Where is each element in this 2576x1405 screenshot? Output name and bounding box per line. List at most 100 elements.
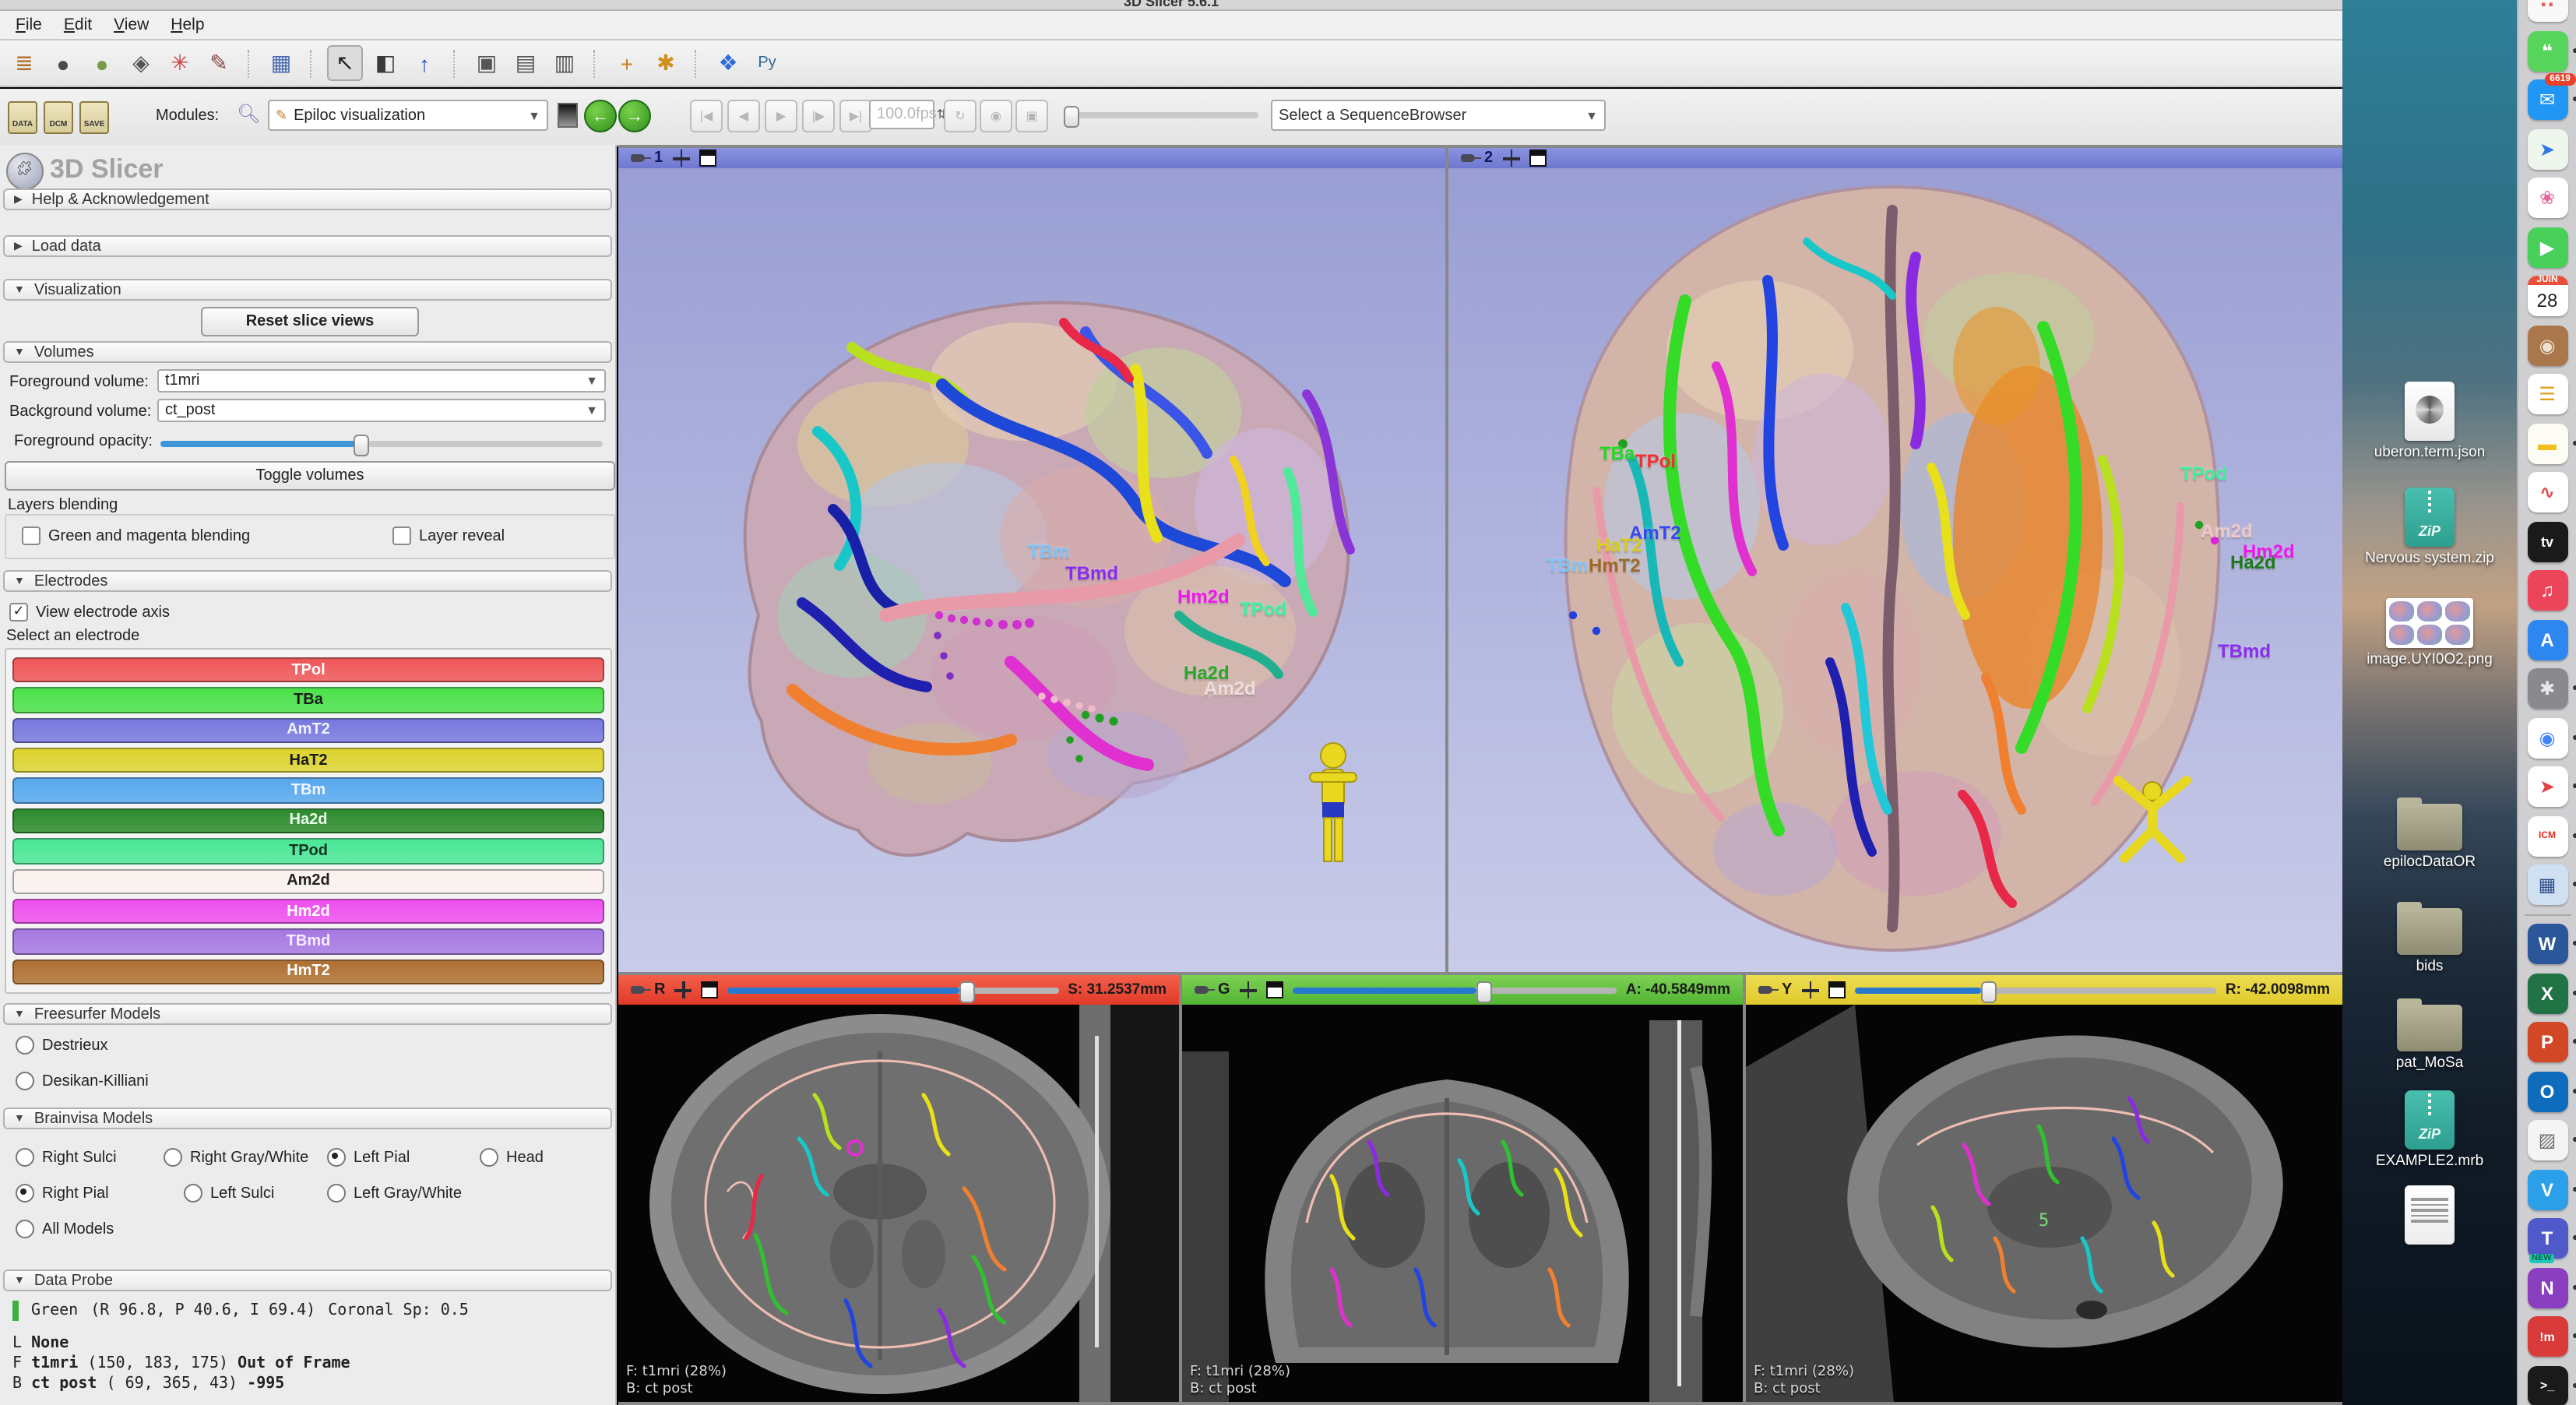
crosshair-icon[interactable] [1801, 981, 1818, 998]
crosshair-icon[interactable] [672, 150, 689, 167]
electrode-button-Hm2d[interactable]: Hm2d [12, 899, 604, 924]
maximize-view-icon[interactable] [1828, 981, 1845, 998]
desktop-icon-pat_MoSa[interactable]: pat_MoSa [2342, 1005, 2517, 1073]
desktop-icon-document[interactable] [2342, 1185, 2517, 1245]
dock-teams[interactable]: TNEW [2527, 1218, 2567, 1259]
extensions-icon[interactable]: ✱ [649, 47, 682, 79]
radio-circle[interactable] [327, 1148, 346, 1167]
electrode-button-HaT2[interactable]: HaT2 [12, 748, 604, 773]
checkbox-box[interactable]: ✓ [9, 603, 28, 622]
mouse-cursor-icon[interactable]: ↖ [327, 45, 363, 81]
window-level-icon[interactable]: ◧ [369, 47, 402, 79]
section-volumes[interactable]: ▼Volumes [3, 341, 612, 363]
dock-powerpoint[interactable]: P [2527, 1022, 2567, 1062]
left-sulci-radio[interactable]: Left Sulci [184, 1184, 274, 1203]
dock-notes[interactable]: ▬ [2527, 423, 2567, 463]
green-slice-controls[interactable]: G A: -40.5849mm [1182, 975, 1743, 1005]
dock-reminders[interactable]: ☰ [2527, 374, 2567, 414]
next-frame-button[interactable]: |▶ [802, 100, 835, 132]
desktop-icon-EXAMPLE2.mrb[interactable]: ZiPEXAMPLE2.mrb [2342, 1090, 2517, 1171]
green-slice-slider[interactable] [1293, 987, 1617, 993]
section-freesurfer-models[interactable]: ▼Freesurfer Models [3, 1003, 612, 1025]
dock-outlook[interactable]: O [2527, 1071, 2567, 1111]
right-sulci-radio[interactable]: Right Sulci [16, 1148, 117, 1167]
radio-circle[interactable] [480, 1148, 498, 1167]
radio-circle[interactable] [16, 1220, 34, 1238]
place-point-icon[interactable]: ↑ [408, 47, 441, 79]
dock-messages[interactable]: ❝ [2527, 30, 2567, 71]
sequence-slider-handle[interactable] [1064, 106, 1079, 128]
foreground-volume-combobox[interactable]: t1mri▼ [157, 369, 606, 393]
red-slice-view[interactable]: R S: 31.2537mm F: t1mri (28%) B: ct post [618, 975, 1179, 1402]
play-button[interactable]: ▶ [765, 100, 797, 132]
snapshot-button[interactable]: ▣ [1015, 100, 1048, 132]
crosshair-icon[interactable] [1240, 981, 1257, 998]
crosshair-icon[interactable]: + [611, 47, 643, 79]
destrieux-radio[interactable]: Destrieux [16, 1036, 108, 1055]
dock-terminal[interactable]: >_ [2527, 1365, 2567, 1405]
maximize-view-icon[interactable] [701, 981, 718, 998]
data-module-icon[interactable]: ● [47, 47, 79, 79]
dock-apple-tv[interactable]: tv [2527, 521, 2567, 562]
section-brainvisa-models[interactable]: ▼Brainvisa Models [3, 1107, 612, 1129]
radio-circle[interactable] [184, 1184, 202, 1203]
red-slice-controls[interactable]: R S: 31.2537mm [618, 975, 1179, 1005]
yellow-slice-view[interactable]: 5 Y R: -42.0098mm F: t1mri (28%) B: ct p… [1746, 975, 2342, 1402]
extension-manager-icon[interactable]: ❖ [712, 47, 744, 79]
pin-icon[interactable] [631, 154, 645, 162]
sequence-browser-combobox[interactable]: Select a SequenceBrowser▼ [1271, 100, 1606, 131]
dock-excel[interactable]: X [2527, 973, 2567, 1013]
right-gray-white-radio[interactable]: Right Gray/White [164, 1148, 308, 1167]
module-search-icon[interactable]: 🔍︎ [237, 103, 260, 125]
electrode-button-TBmd[interactable]: TBmd [12, 928, 604, 954]
save-button[interactable]: SAVE [79, 101, 109, 134]
threed-view-2[interactable]: 2 TBaTPolAmT2HaT2TBmHmT2TPodAm2dHa2dHm2d… [1448, 148, 2342, 972]
foreground-opacity-slider[interactable] [160, 441, 603, 447]
section-help-acknowledgement[interactable]: ▶Help & Acknowledgement [3, 188, 612, 210]
layout-icon[interactable]: ▦ [265, 47, 297, 79]
sequence-slider[interactable] [1064, 112, 1258, 118]
electrode-button-Ha2d[interactable]: Ha2d [12, 808, 604, 834]
menu-file[interactable]: File [6, 12, 51, 37]
opacity-slider-handle[interactable] [354, 435, 369, 456]
scene-view-camera-icon[interactable]: ▥ [548, 47, 581, 79]
reset-slice-views-button[interactable]: Reset slice views [201, 307, 419, 336]
dock-vscode[interactable]: V [2527, 1169, 2567, 1210]
threed-view-1[interactable]: 1 TBmTBmdHm2dTPodHa2dAm2d [618, 148, 1445, 972]
slider-handle[interactable] [959, 981, 975, 1002]
maximize-view-icon[interactable] [1529, 150, 1546, 167]
fps-spinbox[interactable]: 100.0fps⇅ [869, 100, 934, 129]
screenshot-icon[interactable]: ▣ [470, 47, 503, 79]
load-data-button[interactable]: DATA [8, 101, 37, 134]
slider-handle[interactable] [1477, 981, 1493, 1002]
maximize-view-icon[interactable] [1266, 981, 1283, 998]
electrode-button-TPol[interactable]: TPol [12, 657, 604, 683]
dock-launchpad[interactable]: ∷ [2527, 0, 2567, 22]
electrode-button-TPod[interactable]: TPod [12, 838, 604, 864]
previous-frame-button[interactable]: ◀ [727, 100, 760, 132]
models-module-icon[interactable]: ◈ [125, 47, 157, 79]
section-data-probe[interactable]: ▼Data Probe [3, 1269, 612, 1291]
background-volume-combobox[interactable]: ct_post▼ [157, 399, 606, 422]
electrode-button-HmT2[interactable]: HmT2 [12, 959, 604, 984]
dock-music[interactable]: ♫ [2527, 570, 2567, 611]
radio-circle[interactable] [164, 1148, 182, 1167]
menu-help[interactable]: Help [161, 12, 213, 37]
maximize-view-icon[interactable] [699, 150, 716, 167]
radio-circle[interactable] [16, 1036, 34, 1055]
module-home-icon[interactable]: ≣ [8, 47, 40, 79]
pin-icon[interactable] [1195, 986, 1209, 994]
electrode-button-TBa[interactable]: TBa [12, 688, 604, 713]
right-pial-radio[interactable]: Right Pial [16, 1184, 109, 1203]
dock-icm-app[interactable]: ICM [2527, 815, 2567, 856]
dock-calendar[interactable]: JUIN28 [2527, 276, 2567, 316]
dock-freeform[interactable]: ∿ [2527, 472, 2567, 512]
dock-onenote[interactable]: N [2527, 1267, 2567, 1308]
dock-preview[interactable]: ▨ [2527, 1120, 2567, 1160]
markups-icon[interactable]: ✳ [164, 47, 196, 79]
desktop-icon-epilocDataOR[interactable]: epilocDataOR [2342, 804, 2517, 872]
green-slice-view[interactable]: G A: -40.5849mm F: t1mri (28%) B: ct pos… [1182, 975, 1743, 1402]
menu-edit[interactable]: Edit [55, 12, 101, 37]
module-back-button[interactable]: ← [584, 100, 617, 132]
desktop-icon-bids[interactable]: bids [2342, 908, 2517, 977]
